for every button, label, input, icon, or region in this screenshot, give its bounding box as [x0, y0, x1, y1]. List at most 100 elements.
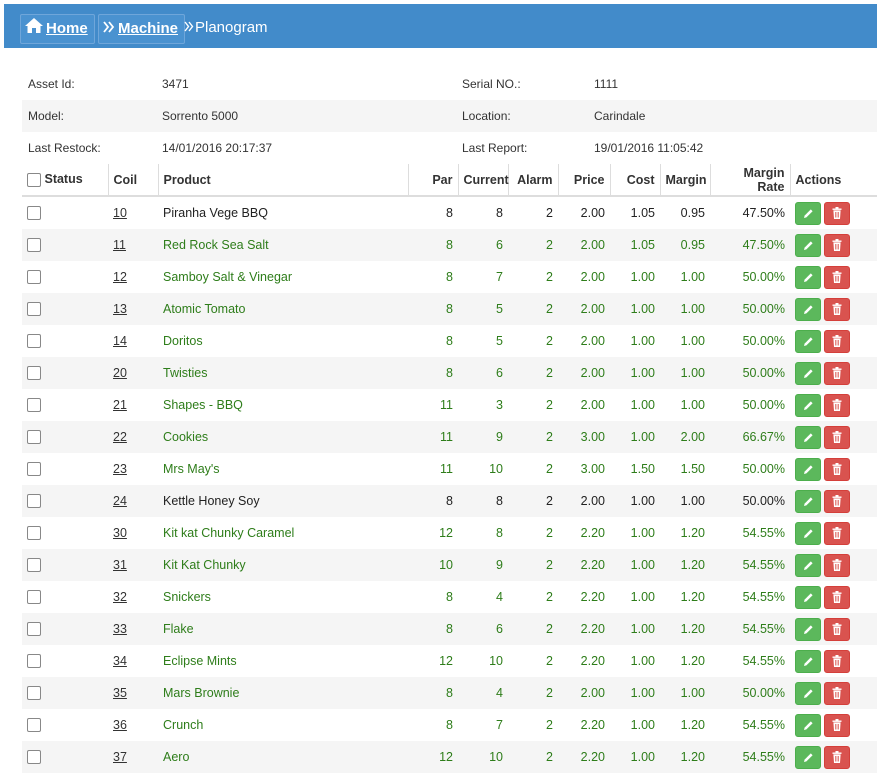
edit-button[interactable] [795, 553, 821, 577]
edit-button[interactable] [795, 745, 821, 769]
actions-cell [790, 421, 877, 453]
edit-button[interactable] [795, 329, 821, 353]
row-checkbox[interactable] [27, 718, 41, 733]
pencil-icon [803, 366, 814, 380]
breadcrumb-home-link[interactable]: Home [20, 14, 95, 44]
coil-link[interactable]: 11 [113, 238, 126, 252]
delete-button[interactable] [824, 393, 850, 417]
row-checkbox[interactable] [27, 526, 41, 541]
product-header[interactable]: Product [157, 164, 408, 197]
edit-button[interactable] [795, 489, 821, 513]
pencil-icon [803, 334, 814, 348]
delete-button[interactable] [824, 649, 850, 673]
delete-button[interactable] [824, 521, 850, 545]
edit-button[interactable] [795, 393, 821, 417]
delete-button[interactable] [824, 425, 850, 449]
row-checkbox[interactable] [27, 686, 41, 701]
par-header[interactable]: Par [407, 164, 458, 197]
delete-button[interactable] [824, 361, 850, 385]
edit-button[interactable] [795, 617, 821, 641]
row-checkbox[interactable] [27, 302, 41, 317]
edit-button[interactable] [795, 521, 821, 545]
actions-cell [790, 325, 877, 357]
alarm-header[interactable]: Alarm [507, 164, 558, 197]
row-checkbox[interactable] [27, 430, 41, 445]
breadcrumb-machine-link[interactable]: Machine [98, 14, 186, 44]
delete-button[interactable] [824, 585, 850, 609]
edit-button[interactable] [795, 649, 821, 673]
cost-header[interactable]: Cost [609, 164, 660, 197]
edit-button[interactable] [795, 457, 821, 481]
delete-button[interactable] [824, 713, 850, 737]
coil-link[interactable]: 35 [113, 686, 127, 700]
delete-button[interactable] [824, 457, 850, 481]
delete-button[interactable] [824, 201, 850, 225]
coil-link[interactable]: 33 [113, 622, 127, 636]
edit-button[interactable] [795, 297, 821, 321]
serial-value: 1111 [594, 77, 619, 91]
edit-button[interactable] [795, 425, 821, 449]
coil-link[interactable]: 23 [113, 462, 127, 476]
row-checkbox[interactable] [27, 334, 41, 349]
coil-link[interactable]: 24 [113, 494, 127, 508]
edit-button[interactable] [795, 201, 821, 225]
product-cell: Kit kat Chunky Caramel [163, 526, 295, 540]
row-checkbox[interactable] [27, 590, 41, 605]
row-checkbox[interactable] [27, 750, 41, 765]
delete-button[interactable] [824, 265, 850, 289]
delete-button[interactable] [824, 553, 850, 577]
delete-button[interactable] [824, 489, 850, 513]
delete-button[interactable] [824, 297, 850, 321]
row-checkbox[interactable] [27, 558, 41, 573]
row-checkbox[interactable] [27, 366, 41, 381]
edit-button[interactable] [795, 585, 821, 609]
coil-link[interactable]: 30 [113, 526, 127, 540]
price-header[interactable]: Price [557, 164, 610, 197]
coil-link[interactable]: 37 [113, 750, 127, 764]
status-cell [22, 741, 108, 773]
coil-link[interactable]: 20 [113, 366, 127, 380]
margin-header[interactable]: Margin [659, 164, 710, 197]
home-icon [25, 15, 43, 43]
coil-link[interactable]: 21 [113, 398, 127, 412]
row-checkbox[interactable] [27, 654, 41, 669]
status-cell [22, 453, 108, 485]
coil-link[interactable]: 22 [113, 430, 127, 444]
row-checkbox[interactable] [27, 206, 41, 221]
pencil-icon [803, 590, 814, 604]
coil-link[interactable]: 32 [113, 590, 127, 604]
edit-button[interactable] [795, 265, 821, 289]
par-cell: 11 [440, 462, 453, 476]
coil-link[interactable]: 36 [113, 718, 127, 732]
product-cell: Shapes - BBQ [163, 398, 243, 412]
delete-button[interactable] [824, 745, 850, 769]
select-all-checkbox[interactable] [27, 172, 41, 187]
coil-header[interactable]: Coil [107, 164, 158, 197]
margin-rate-header[interactable]: Margin Rate [709, 164, 790, 197]
row-checkbox[interactable] [27, 622, 41, 637]
coil-link[interactable]: 13 [113, 302, 127, 316]
coil-link[interactable]: 31 [113, 558, 127, 572]
pencil-icon [803, 206, 814, 220]
coil-link[interactable]: 14 [113, 334, 127, 348]
edit-button[interactable] [795, 681, 821, 705]
coil-link[interactable]: 10 [113, 206, 127, 220]
edit-button[interactable] [795, 361, 821, 385]
row-checkbox[interactable] [27, 494, 41, 509]
row-checkbox[interactable] [27, 398, 41, 413]
trash-icon [832, 494, 842, 508]
row-checkbox[interactable] [27, 238, 41, 253]
delete-button[interactable] [824, 681, 850, 705]
current-header[interactable]: Current [457, 164, 509, 197]
edit-button[interactable] [795, 233, 821, 257]
coil-link[interactable]: 34 [113, 654, 127, 668]
delete-button[interactable] [824, 233, 850, 257]
delete-button[interactable] [824, 329, 850, 353]
row-checkbox[interactable] [27, 462, 41, 477]
row-checkbox[interactable] [27, 270, 41, 285]
edit-button[interactable] [795, 713, 821, 737]
delete-button[interactable] [824, 617, 850, 641]
current-cell: 6 [458, 229, 508, 261]
coil-link[interactable]: 12 [113, 270, 127, 284]
actions-cell [790, 357, 877, 389]
